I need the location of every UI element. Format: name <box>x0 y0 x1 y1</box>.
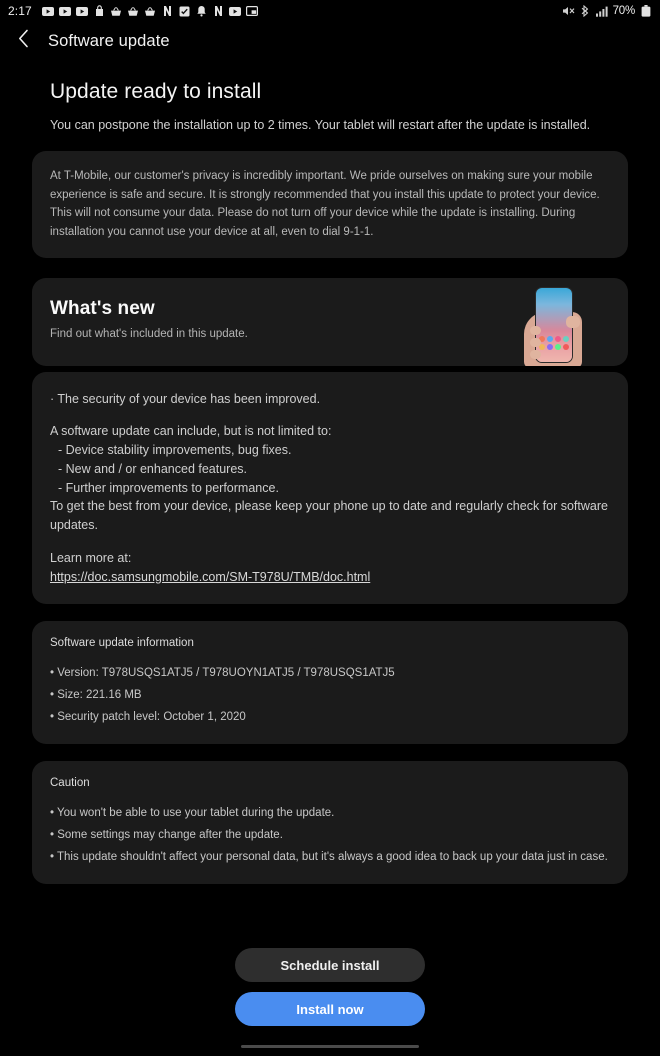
caution-item: • Some settings may change after the upd… <box>50 828 283 841</box>
learn-more-label: Learn more at: <box>50 550 132 565</box>
gesture-home-bar[interactable] <box>241 1045 419 1048</box>
caution-item: • You won't be able to use your tablet d… <box>50 806 335 819</box>
finger-shape <box>530 325 541 335</box>
netflix-icon <box>161 5 174 18</box>
checkbox-icon <box>178 5 191 18</box>
schedule-install-button[interactable]: Schedule install <box>235 948 425 982</box>
release-note-bullet: - New and / or enhanced features. <box>58 461 248 476</box>
caution-list: • You won't be able to use your tablet d… <box>50 802 610 868</box>
finger-shape <box>530 349 541 359</box>
install-now-button[interactable]: Install now <box>235 992 425 1026</box>
page-title: Update ready to install <box>50 80 262 103</box>
release-note-intro: A software update can include, but is no… <box>50 424 332 439</box>
caution-heading: Caution <box>50 776 90 789</box>
app-bar: Software update <box>0 22 660 60</box>
back-button[interactable] <box>12 29 34 53</box>
release-note-bullet: - Device stability improvements, bug fix… <box>58 443 292 458</box>
back-chevron-icon <box>18 29 29 53</box>
bell-icon <box>195 5 208 18</box>
update-info-patch-level: • Security patch level: October 1, 2020 <box>50 710 246 723</box>
update-information-heading: Software update information <box>50 636 194 649</box>
page-content: Update ready to install You can postpone… <box>0 80 660 885</box>
release-note-bullet: - Further improvements to performance. <box>58 480 279 495</box>
update-info-version: • Version: T978USQS1ATJ5 / T978UOYN1ATJ5… <box>50 666 395 679</box>
hand-holding-phone-image <box>522 286 584 366</box>
release-note-security: · The security of your device has been i… <box>50 391 321 406</box>
mute-icon <box>562 5 575 18</box>
privacy-notice-card: At T-Mobile, our customer's privacy is i… <box>32 151 628 258</box>
shopping-basket-icon <box>127 5 140 18</box>
battery-icon <box>639 5 652 18</box>
shopping-bag-icon <box>93 5 106 18</box>
update-info-size: • Size: 221.16 MB <box>50 688 142 701</box>
netflix-icon <box>212 5 225 18</box>
caution-item: • This update shouldn't affect your pers… <box>50 851 608 864</box>
update-information-list: • Version: T978USQS1ATJ5 / T978UOYN1ATJ5… <box>50 662 610 728</box>
shopping-basket-icon <box>144 5 157 18</box>
youtube-play-icon <box>76 5 89 18</box>
page-subtitle: You can postpone the installation up to … <box>50 118 591 132</box>
privacy-notice-text: At T-Mobile, our customer's privacy is i… <box>50 170 600 238</box>
release-notes-card: · The security of your device has been i… <box>32 371 628 604</box>
release-note-advice: To get the best from your device, please… <box>50 499 608 533</box>
action-button-area: Schedule install Install now <box>0 948 660 1026</box>
update-information-card: Software update information • Version: T… <box>32 620 628 744</box>
learn-more-link[interactable]: https://doc.samsungmobile.com/SM-T978U/T… <box>50 570 370 584</box>
status-bar: 2:17 70% <box>0 0 660 22</box>
phone-app-icons <box>539 335 569 350</box>
app-bar-title: Software update <box>48 31 170 50</box>
youtube-play-icon <box>59 5 72 18</box>
signal-bars-icon <box>596 5 609 18</box>
whats-new-card[interactable]: What's new Find out what's included in t… <box>32 277 628 366</box>
battery-percent-label: 70% <box>612 5 636 17</box>
status-bar-left: 2:17 <box>8 4 562 18</box>
thumb-shape <box>566 315 580 328</box>
picture-in-picture-icon <box>246 5 259 18</box>
caution-card: Caution • You won't be able to use your … <box>32 760 628 885</box>
video-play-icon <box>229 5 242 18</box>
status-clock: 2:17 <box>8 4 32 18</box>
bluetooth-icon <box>579 5 592 18</box>
status-bar-right: 70% <box>562 5 652 18</box>
finger-shape <box>530 337 541 347</box>
youtube-play-icon <box>42 5 55 18</box>
shopping-basket-icon <box>110 5 123 18</box>
